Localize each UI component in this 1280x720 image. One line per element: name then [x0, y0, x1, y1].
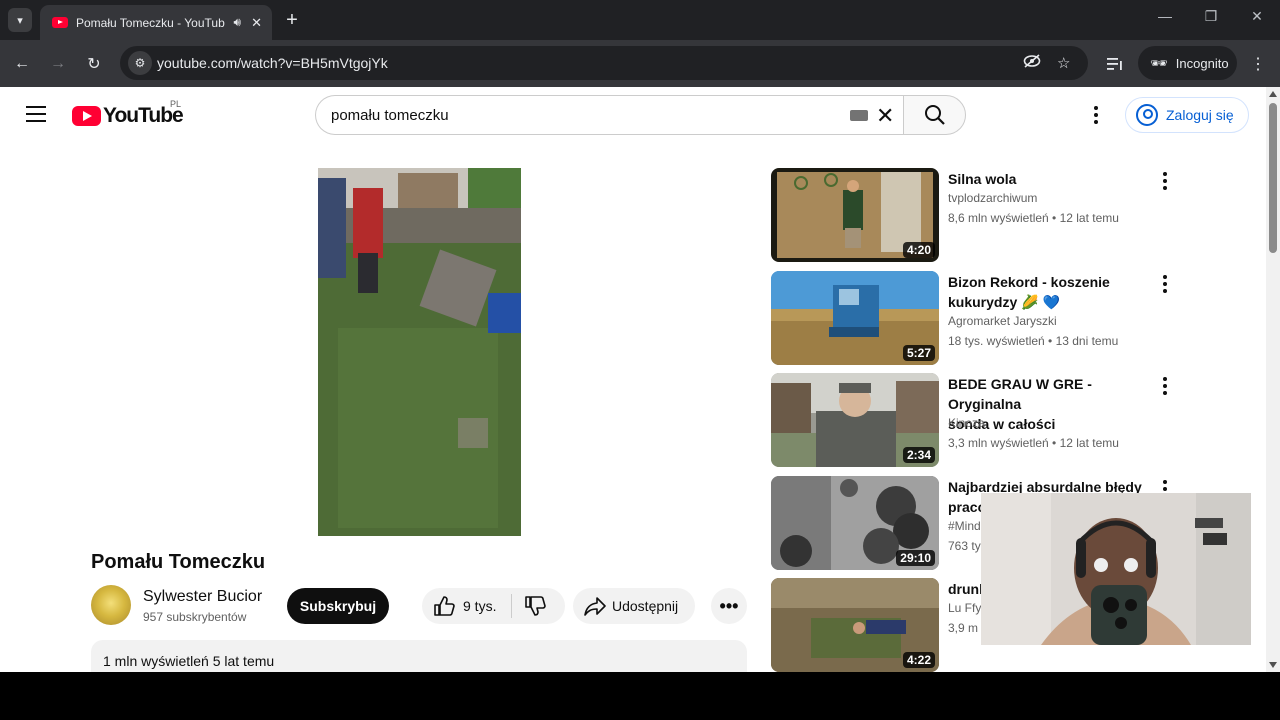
- recommendation-meta: 3,9 m: [948, 621, 979, 635]
- search-input[interactable]: pomału tomeczku ✕: [315, 95, 903, 135]
- incognito-icon: 🕶︎: [1150, 54, 1168, 71]
- channel-name[interactable]: Sylwester Bucior: [143, 588, 262, 606]
- duration-badge: 4:20: [902, 242, 935, 258]
- subscriber-count: 957 subskrybentów: [143, 610, 247, 624]
- scroll-down-icon[interactable]: [1269, 662, 1277, 668]
- screen: ▾ Pomału Tomeczku - YouTub 🔊︎ ✕ + — ❐ ✕ …: [0, 0, 1280, 672]
- search-icon: [924, 105, 945, 125]
- tab-search-button[interactable]: ▾: [8, 8, 32, 32]
- recommendation-meta: 18 tys. wyświetleń • 13 dni temu: [948, 334, 1119, 348]
- description-box[interactable]: 1 mln wyświetleń 5 lat temu: [91, 640, 747, 672]
- incognito-badge[interactable]: 🕶︎ Incognito: [1138, 46, 1237, 80]
- duration-badge: 29:10: [896, 550, 935, 566]
- subscribe-button[interactable]: Subskrybuj: [287, 588, 389, 624]
- forward-arrow-icon[interactable]: →: [46, 52, 70, 76]
- account-icon: [1136, 104, 1158, 126]
- recommendation-item[interactable]: 5:27 Bizon Rekord - koszenie kukurydzy 🌽 …: [771, 271, 1181, 367]
- thumbs-down-icon: [525, 596, 546, 616]
- video-thumbnail[interactable]: 5:27: [771, 271, 939, 365]
- media-queue-icon[interactable]: [1103, 52, 1127, 76]
- browser-toolbar: ← → ↻ ⚙ youtube.com/watch?v=BH5mVtgojYk …: [0, 40, 1280, 87]
- url-text[interactable]: youtube.com/watch?v=BH5mVtgojYk: [157, 55, 388, 71]
- dislike-button[interactable]: [524, 595, 546, 620]
- video-thumbnail[interactable]: 29:10: [771, 476, 939, 570]
- browser-tab[interactable]: Pomału Tomeczku - YouTub 🔊︎ ✕: [40, 5, 272, 40]
- country-code: PL: [170, 99, 182, 109]
- thumbs-up-icon: [434, 596, 455, 616]
- recommendation-item[interactable]: 2:34 BEDE GRAU W GRE - Oryginalna sonda w…: [771, 373, 1181, 469]
- recommendation-item[interactable]: 4:20 Silna wola tvplodzarchiwum 8,6 mln …: [771, 168, 1181, 264]
- recommendation-channel[interactable]: #Mind: [948, 519, 981, 533]
- recommendation-channel[interactable]: Kinoza: [948, 416, 985, 430]
- keyboard-icon[interactable]: [850, 110, 868, 121]
- like-count: 9 tys.: [463, 598, 497, 614]
- video-thumbnail[interactable]: 4:20: [771, 168, 939, 262]
- scrollbar-thumb[interactable]: [1269, 103, 1277, 253]
- webcam-frame: [981, 493, 1251, 645]
- browser-menu-icon[interactable]: ⋮: [1246, 52, 1270, 76]
- recommendation-channel[interactable]: tvplodzarchiwum: [948, 191, 1037, 205]
- incognito-label: Incognito: [1175, 55, 1229, 71]
- duration-badge: 5:27: [902, 345, 935, 361]
- new-tab-button[interactable]: +: [280, 8, 304, 32]
- like-button[interactable]: 9 tys.: [433, 595, 496, 617]
- plus-icon: +: [286, 8, 298, 31]
- duration-badge: 2:34: [902, 447, 935, 463]
- window-close-button[interactable]: ✕: [1242, 8, 1272, 25]
- tab-title: Pomału Tomeczku - YouTub: [76, 15, 225, 30]
- more-actions-button[interactable]: •••: [711, 588, 747, 624]
- video-title: Pomału Tomeczku: [91, 551, 266, 573]
- views-and-date: 1 mln wyświetleń 5 lat temu: [103, 653, 275, 669]
- more-horizontal-icon: •••: [719, 595, 739, 616]
- share-icon: [584, 597, 606, 616]
- recommendation-menu-icon[interactable]: [1163, 377, 1167, 398]
- recommendation-meta: 8,6 mln wyświetleń • 12 lat temu: [948, 211, 1119, 225]
- signin-button[interactable]: Zaloguj się: [1125, 97, 1249, 133]
- chevron-down-icon: ▾: [17, 14, 23, 27]
- webcam-overlay[interactable]: [981, 493, 1251, 645]
- clear-search-icon[interactable]: ✕: [876, 103, 894, 129]
- channel-avatar[interactable]: [91, 585, 131, 625]
- video-frame: [318, 168, 521, 536]
- recommendation-meta: 763 ty: [948, 539, 981, 553]
- youtube-favicon-icon: [52, 17, 68, 28]
- hamburger-menu-icon[interactable]: [26, 106, 46, 124]
- minimize-button[interactable]: —: [1150, 8, 1180, 24]
- recommendation-menu-icon[interactable]: [1163, 275, 1167, 296]
- search-button[interactable]: [903, 95, 966, 135]
- search-query[interactable]: pomału tomeczku: [331, 107, 449, 124]
- recommendation-title[interactable]: Bizon Rekord - koszenie kukurydzy 🌽 💙: [948, 272, 1153, 312]
- recommendation-meta: 3,3 mln wyświetleń • 12 lat temu: [948, 436, 1119, 450]
- browser-tab-bar: ▾ Pomału Tomeczku - YouTub 🔊︎ ✕ + — ❐ ✕: [0, 0, 1280, 40]
- recommendation-title[interactable]: Silna wola: [948, 169, 1153, 189]
- youtube-logo[interactable]: YouTube PL: [72, 99, 184, 128]
- eye-off-icon[interactable]: [1023, 54, 1041, 72]
- share-button[interactable]: Udostępnij: [573, 588, 695, 624]
- tab-close-icon[interactable]: ✕: [251, 15, 262, 31]
- site-settings-icon[interactable]: ⚙: [128, 51, 152, 75]
- youtube-play-icon: [72, 106, 101, 126]
- like-dislike-group: 9 tys.: [422, 588, 565, 624]
- reload-icon[interactable]: ↻: [82, 52, 106, 76]
- video-thumbnail[interactable]: 2:34: [771, 373, 939, 467]
- video-thumbnail[interactable]: 4:22: [771, 578, 939, 672]
- signin-label: Zaloguj się: [1166, 107, 1234, 123]
- speaker-icon[interactable]: 🔊︎: [234, 15, 242, 30]
- settings-more-icon[interactable]: [1094, 106, 1098, 127]
- star-icon[interactable]: ☆: [1057, 54, 1070, 72]
- share-label: Udostępnij: [612, 598, 679, 614]
- restore-button[interactable]: ❐: [1196, 8, 1226, 25]
- recommendation-channel[interactable]: Agromarket Jaryszki: [948, 314, 1057, 328]
- recommendation-channel[interactable]: Lu Ffy: [948, 601, 981, 615]
- scroll-up-icon[interactable]: [1269, 91, 1277, 97]
- like-divider: [511, 594, 512, 618]
- video-player[interactable]: [318, 168, 521, 536]
- address-bar[interactable]: ⚙ youtube.com/watch?v=BH5mVtgojYk ☆: [120, 46, 1088, 80]
- recommendation-menu-icon[interactable]: [1163, 172, 1167, 193]
- page-scrollbar[interactable]: [1266, 87, 1280, 672]
- back-arrow-icon[interactable]: ←: [10, 52, 34, 76]
- duration-badge: 4:22: [902, 652, 935, 668]
